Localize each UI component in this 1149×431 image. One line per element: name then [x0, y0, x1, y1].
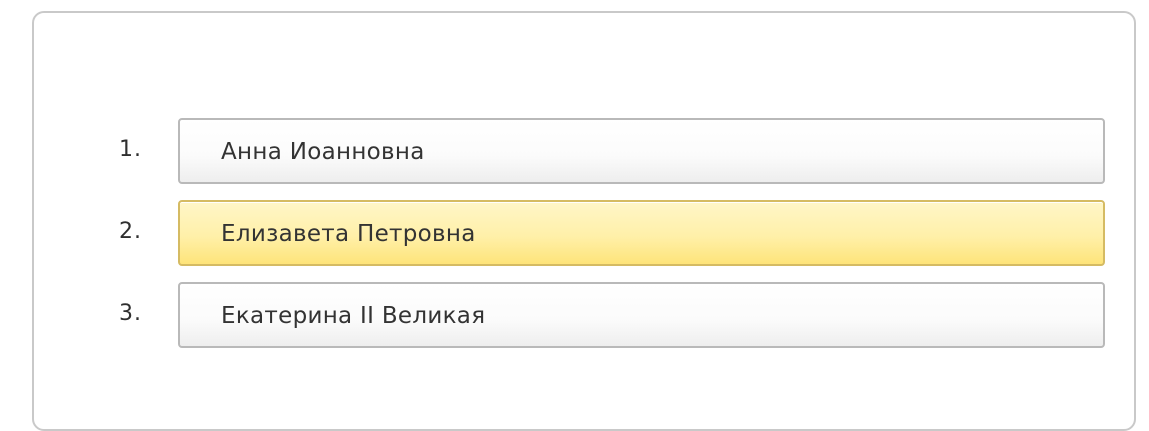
ordered-answer-item: 1. Анна Иоанновна — [119, 118, 1105, 184]
selected-answer-option-button[interactable]: Елизавета Петровна — [178, 200, 1105, 266]
answer-option-label: Анна Иоанновна — [221, 139, 425, 165]
answer-order-number: 1. — [119, 137, 142, 162]
ordering-question-panel: 1. Анна Иоанновна 2. Елизавета Петровна … — [32, 11, 1136, 431]
answer-option-button[interactable]: Анна Иоанновна — [178, 118, 1105, 184]
answer-order-number: 2. — [119, 219, 142, 244]
answer-option-label: Екатерина II Великая — [221, 303, 486, 329]
answer-option-button[interactable]: Екатерина II Великая — [178, 282, 1105, 348]
answer-option-label: Елизавета Петровна — [221, 221, 476, 247]
ordered-answer-list: 1. Анна Иоанновна 2. Елизавета Петровна … — [119, 118, 1105, 348]
ordered-answer-item: 3. Екатерина II Великая — [119, 282, 1105, 348]
ordered-answer-item: 2. Елизавета Петровна — [119, 200, 1105, 266]
answer-order-number: 3. — [119, 301, 142, 326]
